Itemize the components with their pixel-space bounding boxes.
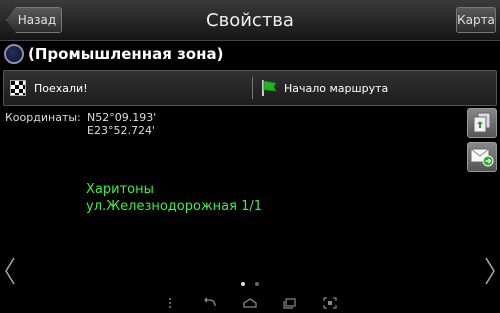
system-nav-bar [0,295,500,311]
map-button[interactable]: Карта [456,7,496,33]
route-start-label: Начало маршрута [284,81,389,95]
address-locality: Харитоны [86,182,154,197]
action-bar: Поехали! Начало маршрута [3,70,497,106]
route-start-button[interactable]: Начало маршрута [260,71,388,105]
recents-nav-icon[interactable] [282,297,298,309]
page-title: Свойства [206,9,294,31]
green-flag-icon [262,80,277,96]
action-divider [252,77,253,99]
back-button[interactable]: Назад [6,7,62,33]
top-bar: Назад Свойства Карта [0,0,500,41]
go-button-label: Поехали! [34,81,88,95]
page-dot-active [241,282,245,286]
screenshot-icon[interactable] [322,297,338,309]
email-button[interactable] [467,142,497,172]
go-button[interactable]: Поехали! [10,71,88,105]
email-icon [470,148,494,167]
menu-dots-icon[interactable] [162,297,178,309]
globe-icon [4,44,24,64]
place-name: (Промышленная зона) [28,45,224,63]
page-dot [255,282,259,286]
back-nav-icon[interactable] [202,297,218,309]
copy-icon [473,112,491,133]
address-street: ул.Железнодорожная 1/1 [86,199,263,214]
copy-button[interactable] [467,108,497,138]
longitude-value: E23°52.724' [87,124,155,137]
latitude-value: N52°09.193' [87,111,157,124]
coordinates-label: Координаты: [5,111,81,124]
home-nav-icon[interactable] [242,297,258,309]
place-heading: (Промышленная зона) [4,42,223,66]
checkered-flag-icon [10,80,26,96]
page-indicator [0,282,500,286]
